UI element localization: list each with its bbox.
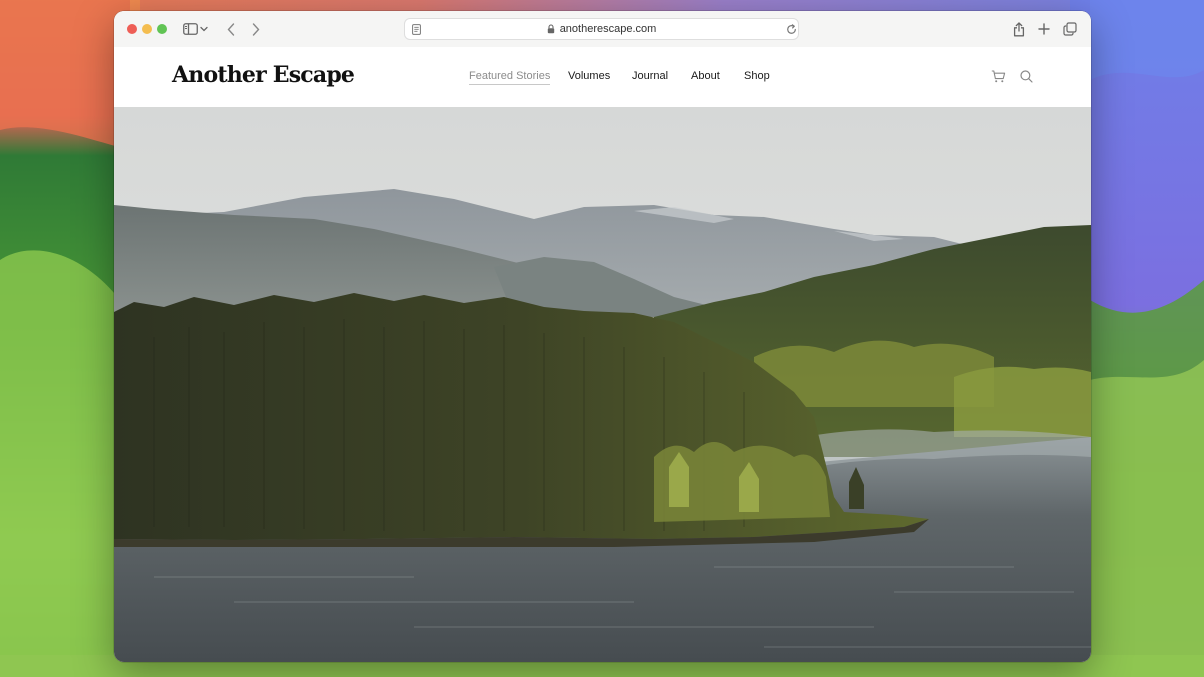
close-window-button[interactable] xyxy=(127,24,137,34)
nav-featured-stories[interactable]: Featured Stories xyxy=(469,70,551,85)
lock-icon xyxy=(547,24,555,34)
site-header: Another Escape Featured Stories Volumes … xyxy=(114,47,1091,107)
nav-volumes[interactable]: Volumes xyxy=(568,70,610,82)
cart-icon[interactable] xyxy=(990,68,1006,84)
nav-about[interactable]: About xyxy=(691,70,720,82)
hero-image xyxy=(114,107,1091,662)
forward-icon[interactable] xyxy=(247,20,265,38)
nav-journal[interactable]: Journal xyxy=(632,70,668,82)
zoom-window-button[interactable] xyxy=(157,24,167,34)
sidebar-toggle-icon[interactable] xyxy=(181,20,199,38)
chevron-down-icon[interactable] xyxy=(199,20,209,38)
nav-shop[interactable]: Shop xyxy=(744,70,770,82)
reload-icon[interactable] xyxy=(783,21,799,37)
browser-window: anotherescape.com Another Escape Feature… xyxy=(114,11,1091,662)
url-text[interactable]: anotherescape.com xyxy=(560,19,657,39)
address-bar[interactable]: anotherescape.com xyxy=(404,18,799,40)
landscape-photo xyxy=(114,107,1091,662)
share-icon[interactable] xyxy=(1010,20,1028,38)
browser-toolbar: anotherescape.com xyxy=(114,11,1091,48)
back-icon[interactable] xyxy=(222,20,240,38)
minimize-window-button[interactable] xyxy=(142,24,152,34)
site-logo[interactable]: Another Escape xyxy=(172,62,355,88)
tab-overview-icon[interactable] xyxy=(1061,20,1079,38)
new-tab-icon[interactable] xyxy=(1035,20,1053,38)
search-icon[interactable] xyxy=(1018,68,1034,84)
